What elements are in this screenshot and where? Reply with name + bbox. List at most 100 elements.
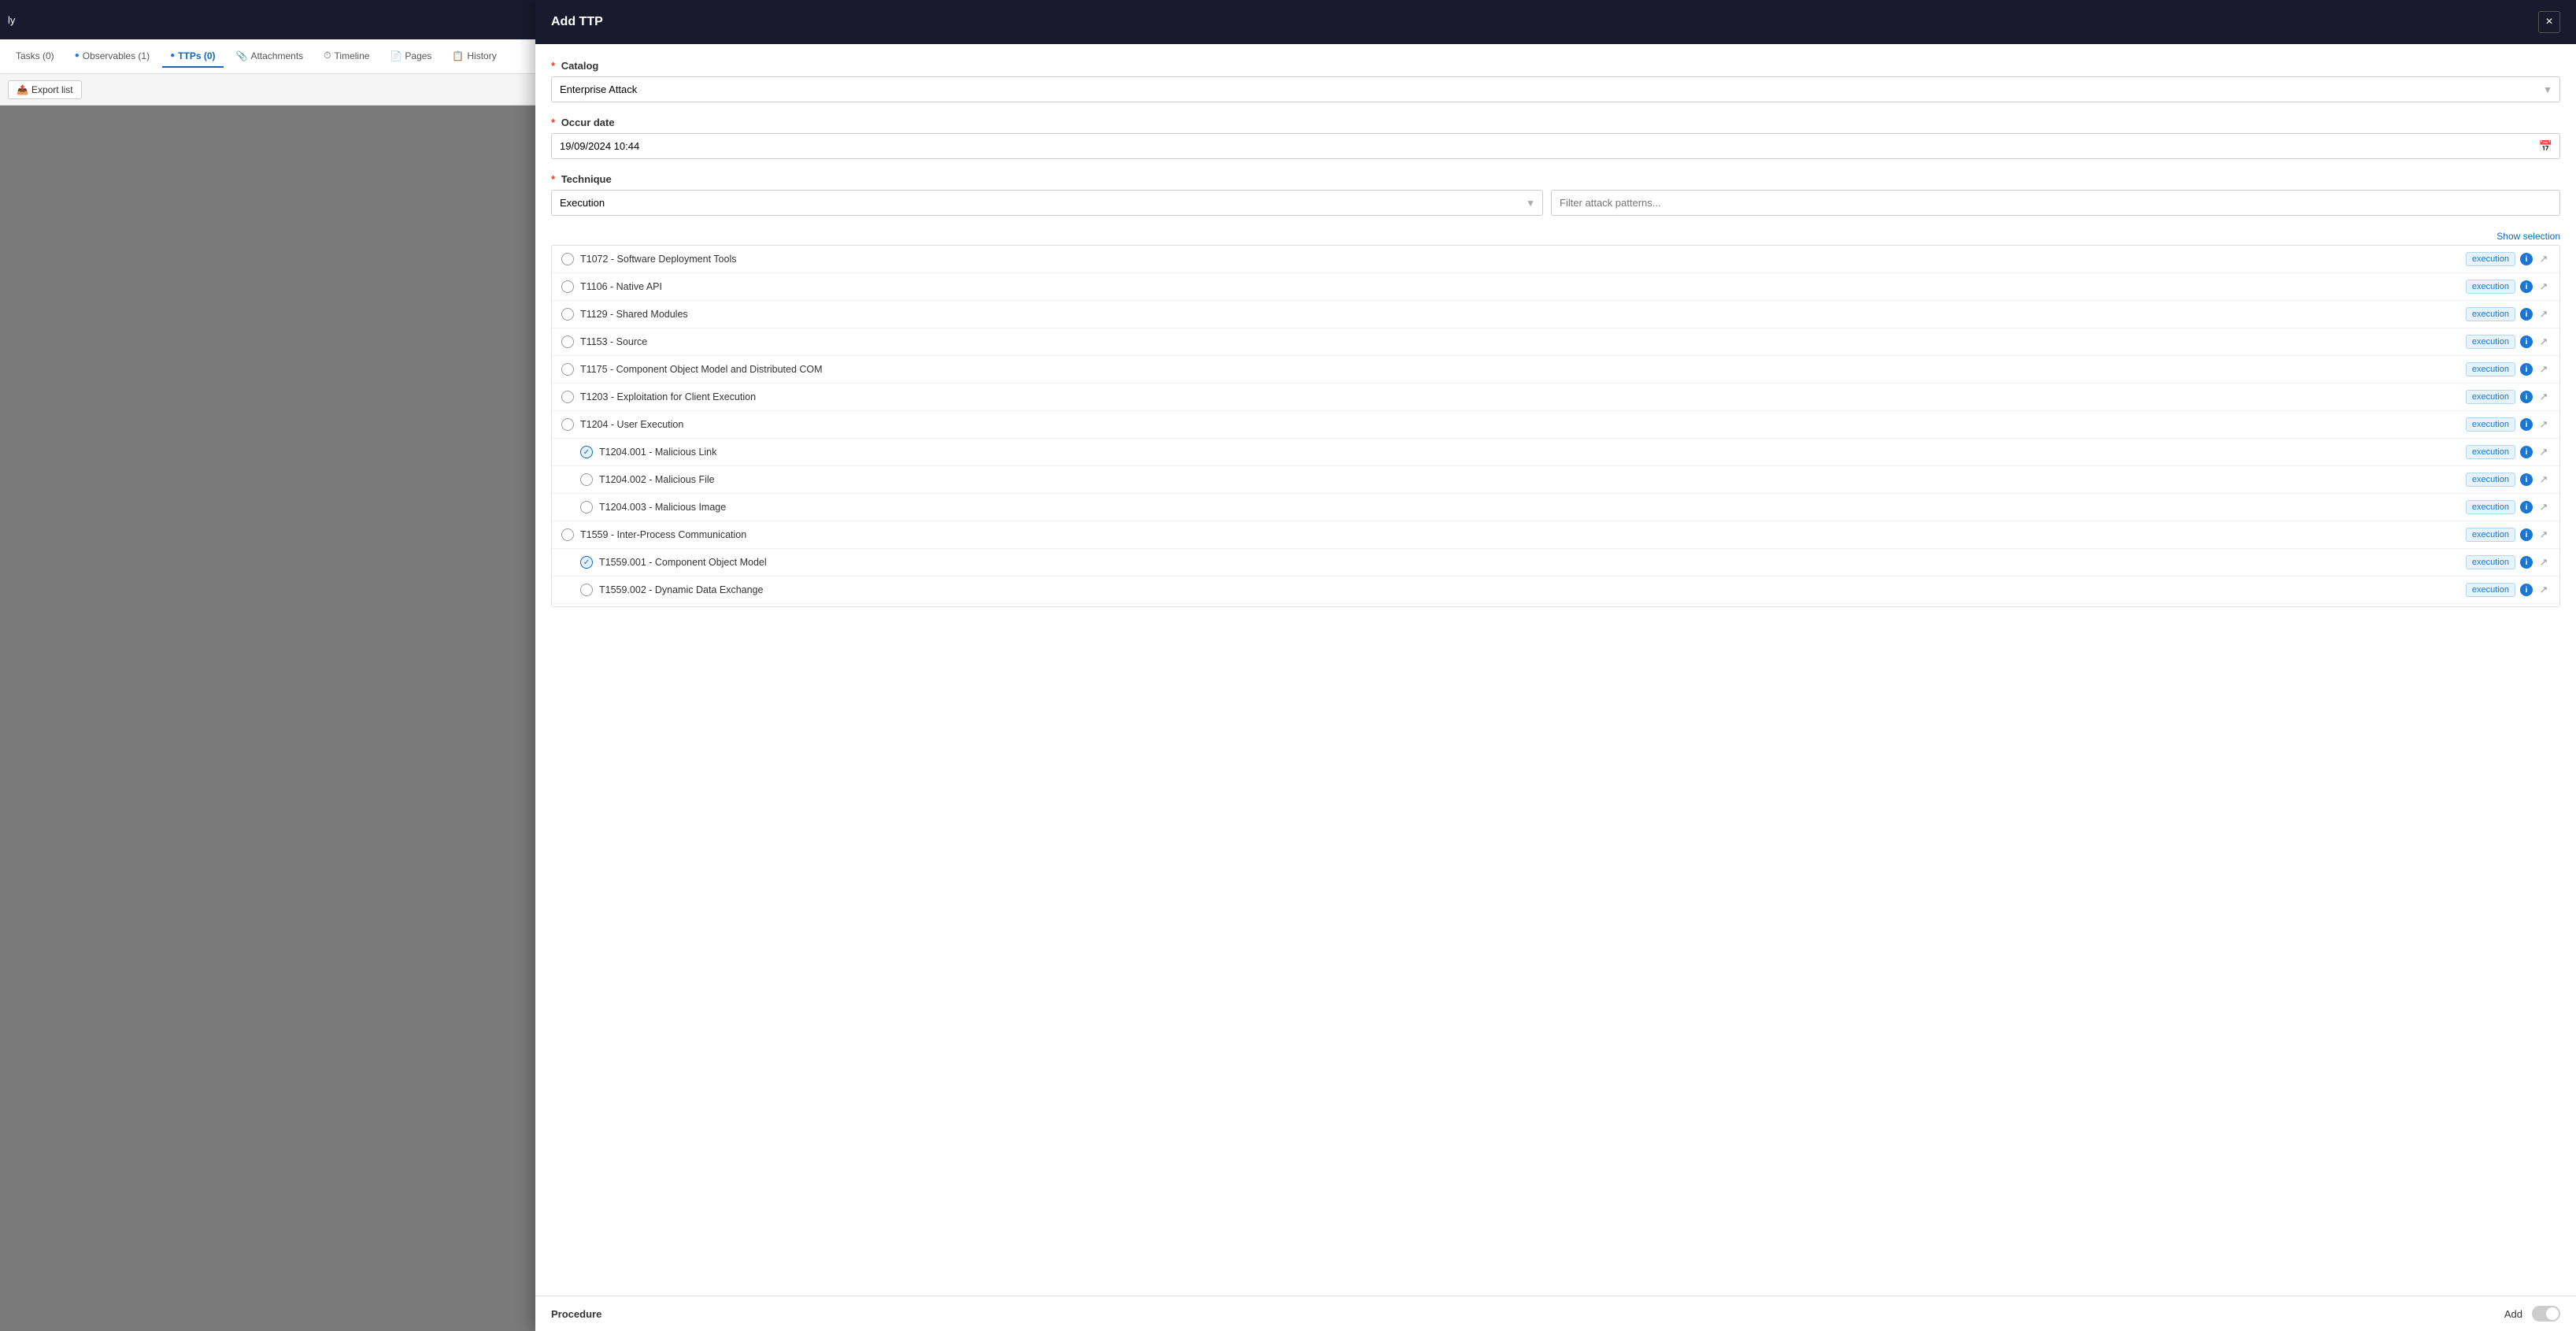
tab-attachments-label: Attachments <box>250 50 303 61</box>
ttp-item-label: T1175 - Component Object Model and Distr… <box>580 364 823 375</box>
occur-date-input-wrapper: 📅 <box>551 133 2560 159</box>
external-link-icon[interactable]: ↗ <box>2537 501 2550 513</box>
tab-history[interactable]: 📋 History <box>444 46 504 68</box>
ttp-item[interactable]: T1175 - Component Object Model and Distr… <box>552 356 2559 384</box>
info-icon[interactable]: i <box>2520 556 2533 569</box>
execution-badge: execution <box>2466 528 2515 542</box>
procedure-label: Procedure <box>551 1308 601 1320</box>
info-icon[interactable]: i <box>2520 363 2533 376</box>
tab-ttps[interactable]: ● TTPs (0) <box>162 46 223 68</box>
technique-select-wrapper: Execution ▼ <box>551 190 1543 216</box>
export-label: Export list <box>31 84 73 95</box>
info-icon[interactable]: i <box>2520 391 2533 403</box>
modal-footer: Procedure Add <box>535 1296 2576 1331</box>
ttp-item[interactable]: T1203 - Exploitation for Client Executio… <box>552 384 2559 411</box>
external-link-icon[interactable]: ↗ <box>2537 280 2550 293</box>
ttp-item-right: execution i ↗ <box>2466 280 2550 294</box>
ttp-circle-icon: ✓ <box>580 556 593 569</box>
ttp-item-label: T1203 - Exploitation for Client Executio… <box>580 391 756 402</box>
ttp-item[interactable]: T1153 - Source execution i ↗ <box>552 328 2559 356</box>
ttp-item[interactable]: T1204.003 - Malicious Imageexecutioni↗ <box>552 494 2559 521</box>
tab-observables[interactable]: ● Observables (1) <box>67 46 157 68</box>
ttp-item[interactable]: T1559 - Inter-Process Communicationexecu… <box>552 521 2559 549</box>
info-icon[interactable]: i <box>2520 280 2533 293</box>
external-link-icon[interactable]: ↗ <box>2537 336 2550 348</box>
external-link-icon[interactable]: ↗ <box>2537 446 2550 458</box>
tab-attachments[interactable]: 📎 Attachments <box>228 46 312 68</box>
ttp-item[interactable]: T1129 - Shared Modulesexecutioni↗ <box>552 301 2559 328</box>
info-icon[interactable]: i <box>2520 253 2533 265</box>
external-link-icon[interactable]: ↗ <box>2537 556 2550 569</box>
ttp-item[interactable]: T1106 - Native APIexecutioni↗ <box>552 273 2559 301</box>
add-ttp-modal: Add TTP × * Catalog Enterprise Attack ▼ … <box>535 0 2576 1331</box>
ttp-item[interactable]: T1204.002 - Malicious Fileexecutioni↗ <box>552 466 2559 494</box>
add-toggle[interactable] <box>2532 1306 2560 1322</box>
external-link-icon[interactable]: ↗ <box>2537 528 2550 541</box>
ttp-item-left: ✓T1204.001 - Malicious Link <box>580 446 716 458</box>
ttp-item-left: T1203 - Exploitation for Client Executio… <box>561 391 756 403</box>
external-link-icon[interactable]: ↗ <box>2537 308 2550 321</box>
ttp-item-label: T1204.001 - Malicious Link <box>599 447 716 458</box>
ttp-circle-icon <box>561 336 574 348</box>
external-link-icon[interactable]: ↗ <box>2537 418 2550 431</box>
ttp-list: T1072 - Software Deployment Toolsexecuti… <box>551 245 2560 607</box>
attachments-icon: 📎 <box>236 50 248 61</box>
show-selection-link[interactable]: Show selection <box>2496 231 2560 242</box>
execution-badge: execution <box>2466 362 2515 376</box>
info-icon[interactable]: i <box>2520 418 2533 431</box>
ttp-item[interactable]: ✓T1204.001 - Malicious Link execution i ↗ <box>552 439 2559 466</box>
info-icon[interactable]: i <box>2520 528 2533 541</box>
external-link-icon[interactable]: ↗ <box>2537 391 2550 403</box>
tab-timeline[interactable]: ⏱ Timeline <box>316 45 377 68</box>
catalog-required: * <box>551 60 555 72</box>
info-icon[interactable]: i <box>2520 473 2533 486</box>
technique-select[interactable]: Execution <box>551 190 1543 216</box>
technique-group: * Technique Execution ▼ <box>551 173 2560 216</box>
ttp-item[interactable]: T1559.002 - Dynamic Data Exchangeexecuti… <box>552 577 2559 604</box>
tab-pages[interactable]: 📄 Pages <box>382 46 439 68</box>
ttp-item-left: T1559.002 - Dynamic Data Exchange <box>580 584 763 596</box>
ttp-item[interactable]: T1072 - Software Deployment Toolsexecuti… <box>552 246 2559 273</box>
ttp-item-left: T1175 - Component Object Model and Distr… <box>561 363 823 376</box>
execution-badge: execution <box>2466 445 2515 459</box>
info-icon[interactable]: i <box>2520 336 2533 348</box>
catalog-select[interactable]: Enterprise Attack <box>551 76 2560 102</box>
tab-ttps-label: TTPs (0) <box>178 50 215 61</box>
info-icon[interactable]: i <box>2520 446 2533 458</box>
external-link-icon[interactable]: ↗ <box>2537 473 2550 486</box>
external-link-icon[interactable]: ↗ <box>2537 253 2550 265</box>
tab-observables-label: Observables (1) <box>83 50 150 61</box>
modal-body: * Catalog Enterprise Attack ▼ * Occur da… <box>535 44 2576 1296</box>
ttp-circle-icon <box>580 501 593 513</box>
ttp-item-left: T1204.002 - Malicious File <box>580 473 715 486</box>
info-icon[interactable]: i <box>2520 501 2533 513</box>
tab-pages-label: Pages <box>405 50 431 61</box>
catalog-group: * Catalog Enterprise Attack ▼ <box>551 60 2560 102</box>
technique-row: Execution ▼ <box>551 190 2560 216</box>
ttp-item[interactable]: T1204 - User Executionexecutioni↗ <box>552 411 2559 439</box>
info-icon[interactable]: i <box>2520 584 2533 596</box>
ttp-item-label: T1153 - Source <box>580 336 647 347</box>
ttp-item-right: executioni↗ <box>2466 473 2550 487</box>
filter-input[interactable] <box>1551 190 2560 216</box>
ttp-item[interactable]: T1569 - System Servicesexecutioni↗ <box>552 604 2559 607</box>
execution-badge: execution <box>2466 280 2515 294</box>
ttp-item-label: T1204 - User Execution <box>580 419 683 430</box>
add-label: Add <box>2504 1308 2522 1320</box>
ttp-circle-icon <box>561 391 574 403</box>
export-list-button[interactable]: 📤 Export list <box>8 80 82 99</box>
info-icon[interactable]: i <box>2520 308 2533 321</box>
execution-badge: execution <box>2466 335 2515 349</box>
occur-date-input[interactable] <box>551 133 2560 159</box>
ttp-item-right: execution i ↗ <box>2466 528 2550 542</box>
occur-date-group: * Occur date 📅 <box>551 117 2560 159</box>
catalog-select-wrapper: Enterprise Attack ▼ <box>551 76 2560 102</box>
history-icon: 📋 <box>452 50 464 61</box>
execution-badge: execution <box>2466 555 2515 569</box>
external-link-icon[interactable]: ↗ <box>2537 363 2550 376</box>
external-link-icon[interactable]: ↗ <box>2537 584 2550 596</box>
ttp-circle-icon <box>561 418 574 431</box>
close-button[interactable]: × <box>2538 11 2560 33</box>
ttp-item[interactable]: ✓T1559.001 - Component Object Modelexecu… <box>552 549 2559 577</box>
tab-tasks[interactable]: Tasks (0) <box>8 46 62 68</box>
